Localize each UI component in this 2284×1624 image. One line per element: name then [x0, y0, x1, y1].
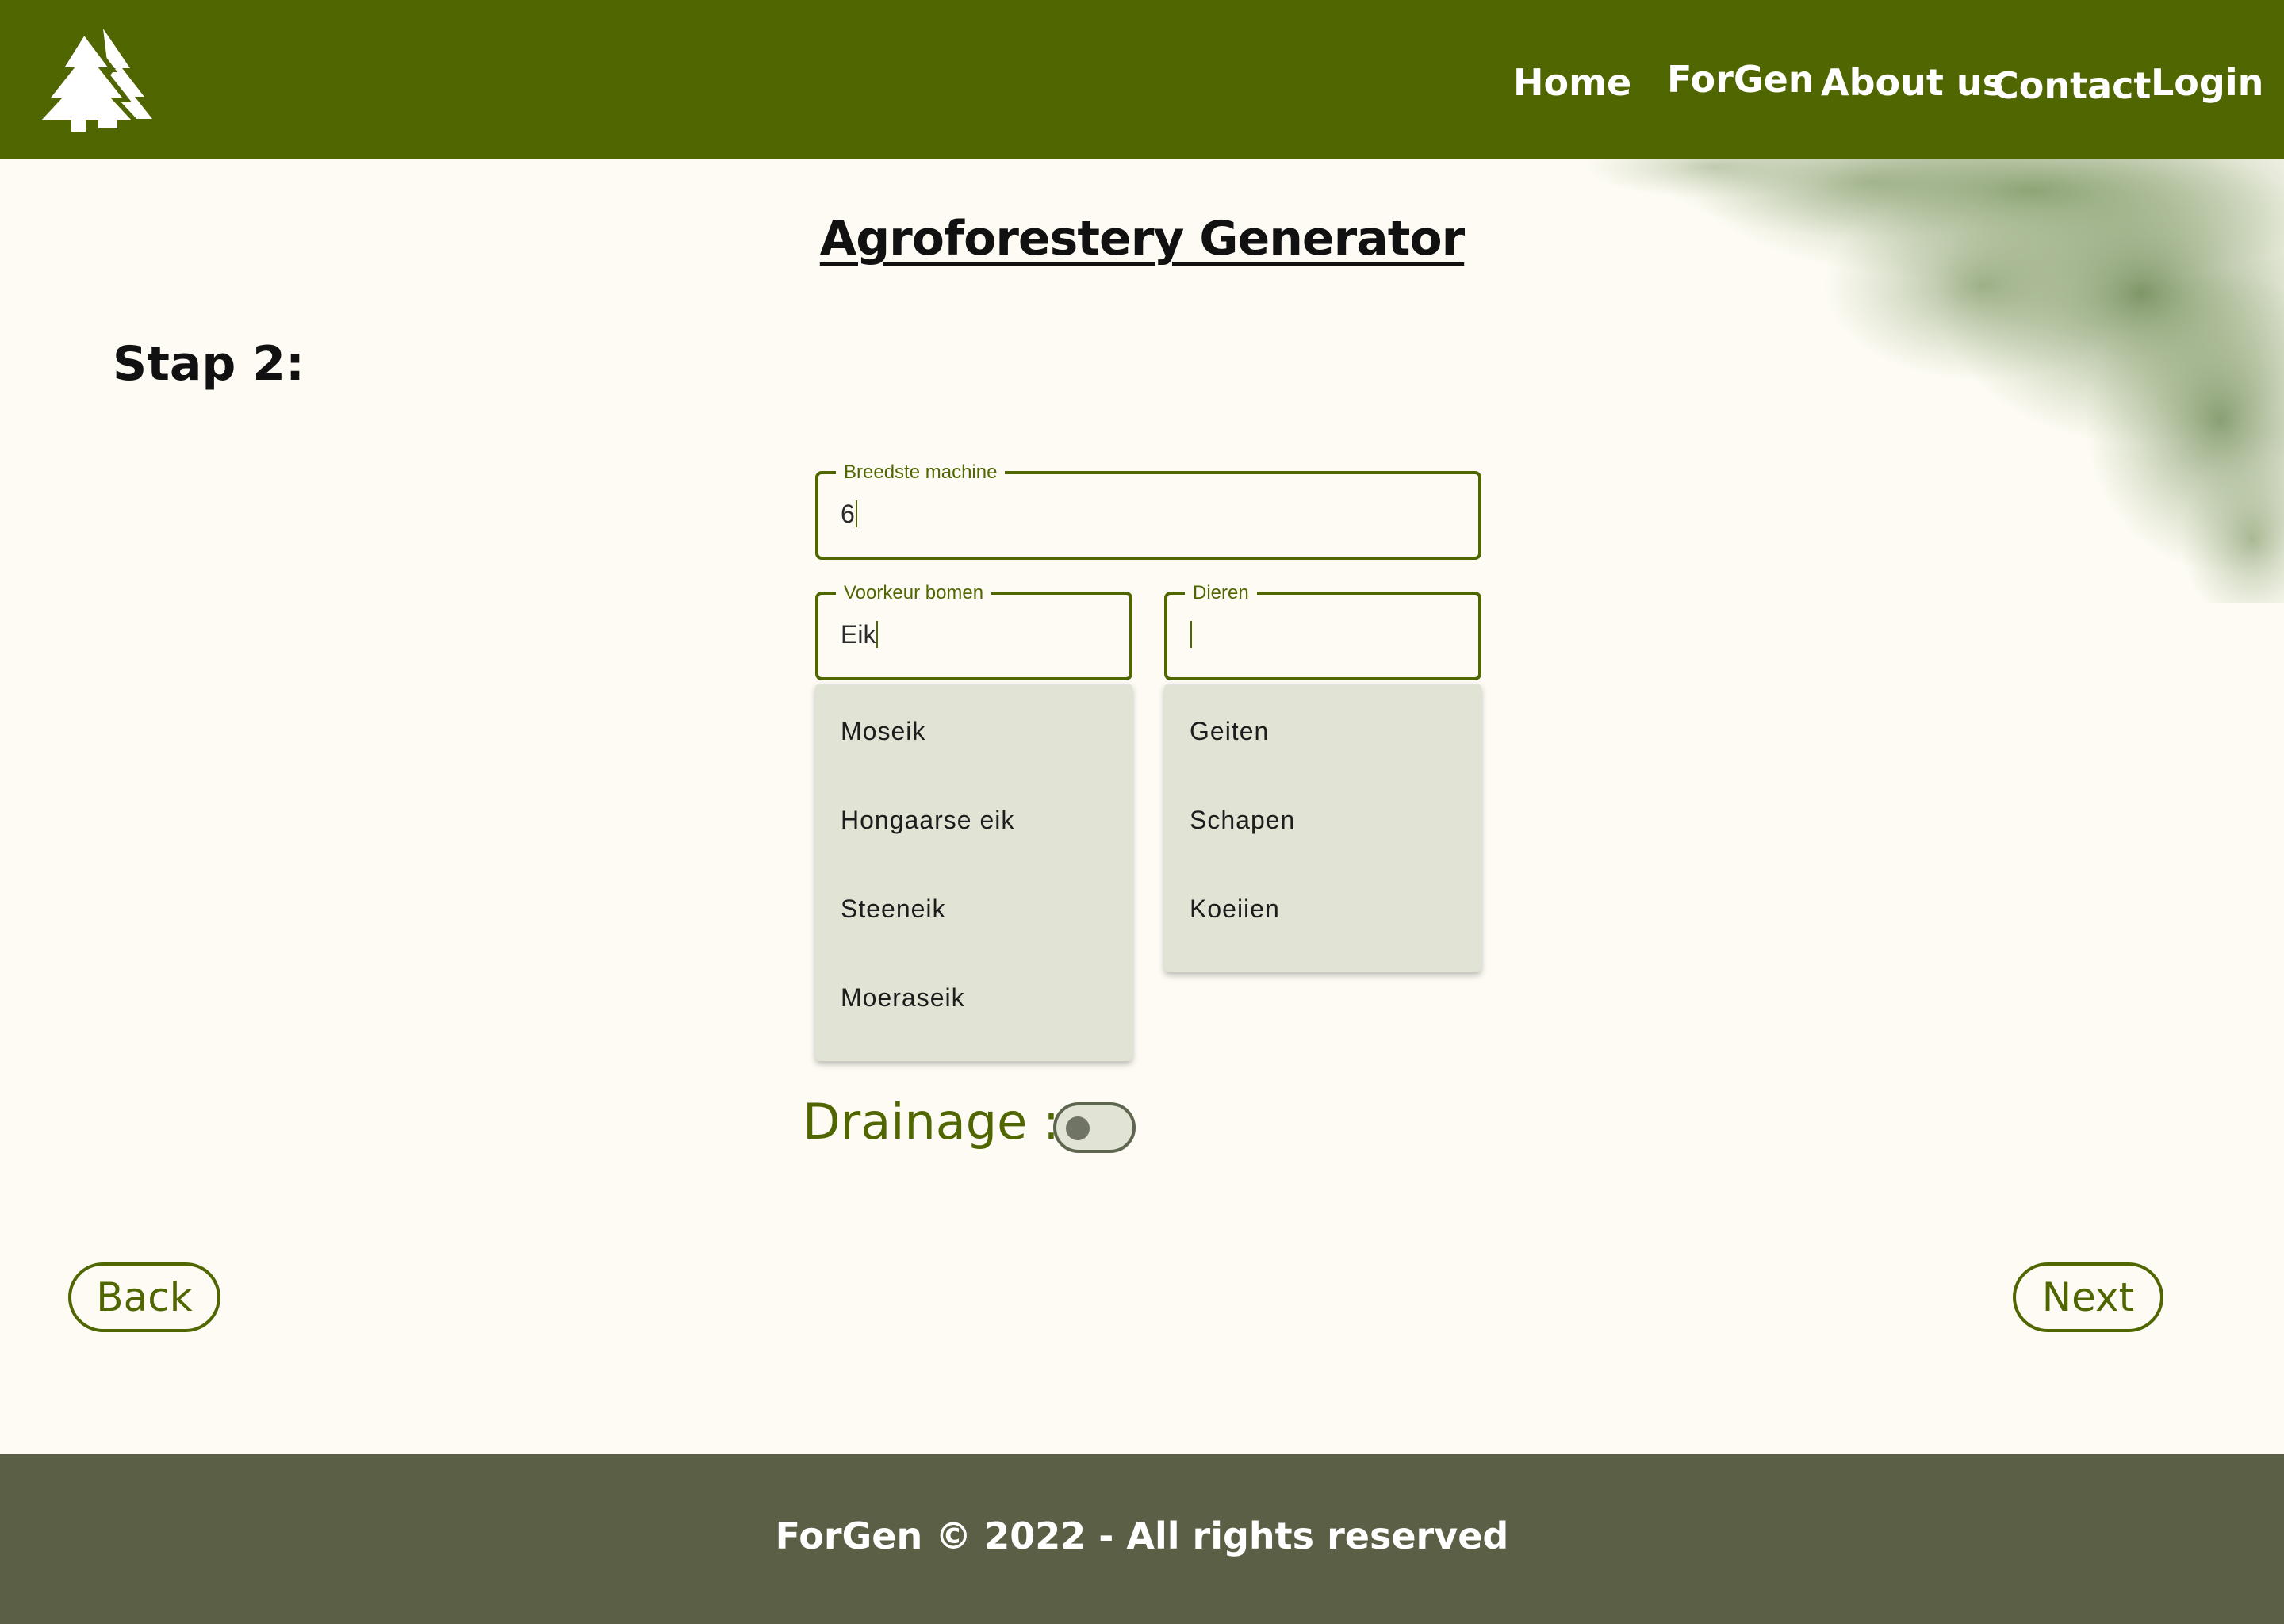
- widest-machine-field[interactable]: Breedste machine 6: [815, 462, 1481, 560]
- tree-option[interactable]: Moseik: [815, 687, 1132, 776]
- preferred-trees-label: Voorkeur bomen: [836, 582, 992, 604]
- footer: ForGen © 2022 - All rights reserved: [0, 1454, 2284, 1624]
- widest-machine-label: Breedste machine: [836, 462, 1006, 484]
- nav-home[interactable]: Home: [1513, 57, 1631, 108]
- toggle-knob: [1066, 1116, 1090, 1140]
- animal-option[interactable]: Koeiien: [1164, 864, 1481, 953]
- preferred-trees-input[interactable]: Eik: [841, 619, 879, 650]
- text-cursor: [855, 500, 857, 527]
- top-navbar: Home ForGen About us Contact Login: [0, 0, 2284, 159]
- nav-forgen[interactable]: ForGen: [1667, 54, 1815, 105]
- widest-machine-input[interactable]: 6: [841, 498, 857, 530]
- nav-login[interactable]: Login: [2151, 57, 2263, 108]
- pine-trees-icon[interactable]: [36, 29, 155, 132]
- animal-option[interactable]: Schapen: [1164, 776, 1481, 864]
- page-title-container: Agroforestery Generator: [0, 211, 2284, 266]
- nav-about-us[interactable]: About us: [1821, 57, 2004, 108]
- step-heading: Stap 2:: [113, 336, 305, 392]
- page: Home ForGen About us Contact Login Agrof…: [0, 0, 2284, 1624]
- next-button[interactable]: Next: [2013, 1262, 2163, 1332]
- tree-option[interactable]: Hongaarse eik: [815, 776, 1132, 864]
- animals-label: Dieren: [1185, 582, 1257, 604]
- tree-option[interactable]: Moeraseik: [815, 953, 1132, 1042]
- footer-copyright: ForGen © 2022 - All rights reserved: [775, 1515, 1509, 1557]
- trees-autocomplete-list: Moseik Hongaarse eik Steeneik Moeraseik: [815, 684, 1132, 1061]
- nav-contact[interactable]: Contact: [1992, 60, 2151, 111]
- text-cursor: [1190, 621, 1192, 648]
- animals-autocomplete-list: Geiten Schapen Koeiien: [1164, 684, 1481, 972]
- animal-option[interactable]: Geiten: [1164, 687, 1481, 776]
- preferred-trees-field[interactable]: Voorkeur bomen Eik: [815, 582, 1132, 680]
- text-cursor: [876, 621, 879, 648]
- drainage-toggle[interactable]: [1053, 1102, 1136, 1153]
- page-title: Agroforestery Generator: [819, 211, 1465, 266]
- animals-input[interactable]: [1190, 619, 1192, 650]
- drainage-label: Drainage :: [803, 1093, 1060, 1151]
- animals-field[interactable]: Dieren: [1164, 582, 1481, 680]
- tree-option[interactable]: Steeneik: [815, 864, 1132, 953]
- back-button[interactable]: Back: [68, 1262, 220, 1332]
